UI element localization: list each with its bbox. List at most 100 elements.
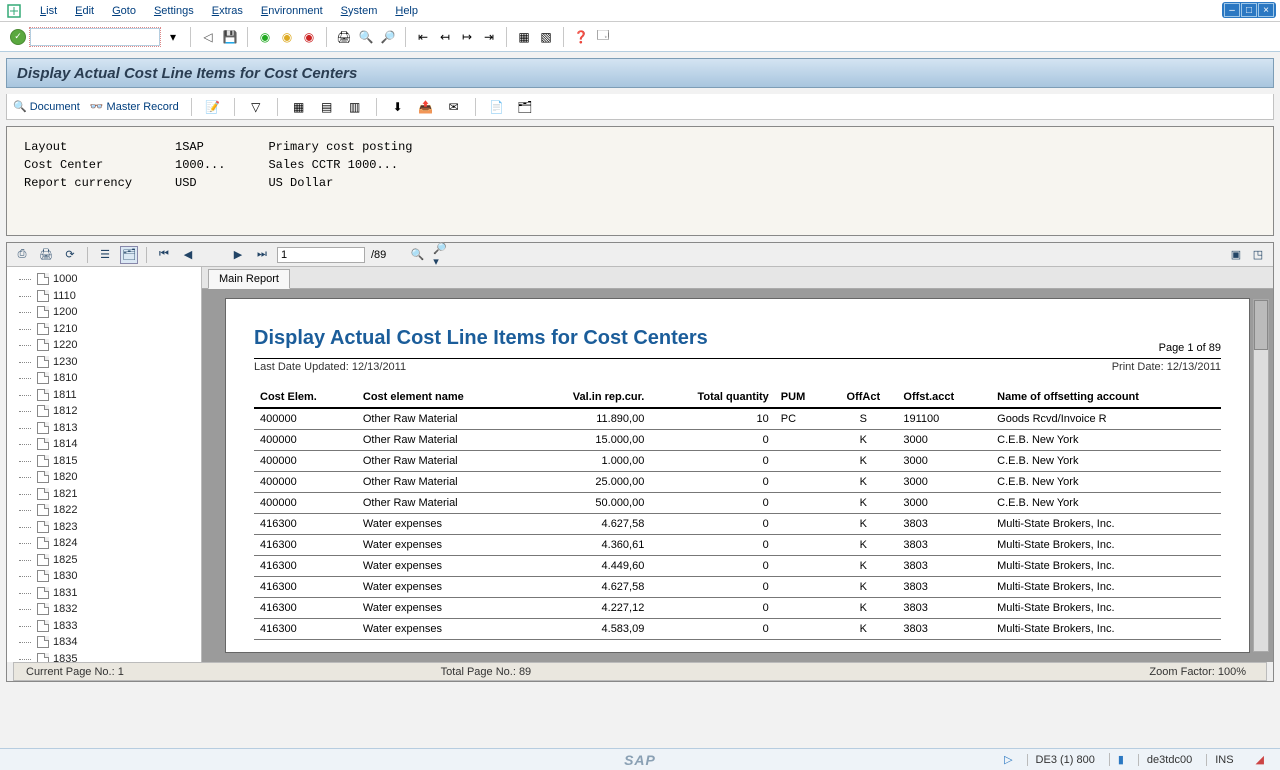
document-icon	[37, 339, 49, 351]
tree-item[interactable]: 1210	[7, 321, 201, 338]
tree-item[interactable]: 1833	[7, 618, 201, 635]
document-icon	[37, 290, 49, 302]
print-icon[interactable]: 🖨	[335, 28, 353, 46]
more-icon[interactable]: 🗂	[516, 98, 534, 116]
tree-item[interactable]: 1200	[7, 304, 201, 321]
tree-item[interactable]: 1832	[7, 601, 201, 618]
tree-item[interactable]: 1812	[7, 403, 201, 420]
tree-item[interactable]: 1220	[7, 337, 201, 354]
download-icon[interactable]: ⬇	[389, 98, 407, 116]
next-icon[interactable]: ▶	[229, 246, 247, 264]
insert-mode: INS	[1206, 754, 1241, 766]
document-icon: 🔍	[13, 100, 27, 113]
tree-item[interactable]: 1831	[7, 585, 201, 602]
table-row: 416300Water expenses4.627,580K3803Multi-…	[254, 577, 1221, 598]
layout3-icon[interactable]: ▥	[346, 98, 364, 116]
note-icon[interactable]: 📝	[204, 98, 222, 116]
tree-item[interactable]: 1815	[7, 453, 201, 470]
zoom-icon[interactable]: 🔎▾	[432, 246, 450, 264]
minimize-button[interactable]: –	[1224, 3, 1240, 17]
prev-page-icon[interactable]: ↤	[436, 28, 454, 46]
sap-statusbar: SAP ▷ DE3 (1) 800 ▮ de3tdc00 INS ◢	[0, 748, 1280, 770]
back-icon[interactable]: ◁	[199, 28, 217, 46]
last-page-icon[interactable]: ⇥	[480, 28, 498, 46]
menu-list[interactable]: List	[40, 5, 57, 17]
command-field[interactable]	[30, 28, 160, 46]
menu-goto[interactable]: Goto	[112, 5, 136, 17]
last-icon[interactable]: ⏭	[253, 246, 271, 264]
refresh-report-icon[interactable]: ⟳	[61, 246, 79, 264]
menu-edit[interactable]: Edit	[75, 5, 94, 17]
search-report-icon[interactable]: 🔍	[408, 246, 426, 264]
tree-item[interactable]: 1814	[7, 436, 201, 453]
status-mid: Total Page No.: 89	[429, 666, 844, 678]
tree-item[interactable]: 1823	[7, 519, 201, 536]
page-indicator: Page 1 of 89	[1159, 342, 1221, 354]
print-report-icon[interactable]: 🖨	[37, 246, 55, 264]
report-statusbar: Current Page No.: 1 Total Page No.: 89 Z…	[13, 662, 1267, 681]
document-icon	[37, 306, 49, 318]
master-record-button[interactable]: 👓Master Record	[90, 100, 179, 113]
menu-settings[interactable]: Settings	[154, 5, 194, 17]
tree-item[interactable]: 1824	[7, 535, 201, 552]
report-scrollbar[interactable]	[1253, 299, 1269, 652]
exit-icon[interactable]: ◉	[278, 28, 296, 46]
tree-item[interactable]: 1810	[7, 370, 201, 387]
help-icon[interactable]: ❓	[572, 28, 590, 46]
save-icon[interactable]: 💾	[221, 28, 239, 46]
filter-icon[interactable]: ▽	[247, 98, 265, 116]
tree-item[interactable]: 1835	[7, 651, 201, 663]
find-next-icon[interactable]: 🔎	[379, 28, 397, 46]
system-id: DE3 (1) 800	[1027, 754, 1103, 766]
tree-item[interactable]: 1813	[7, 420, 201, 437]
tree-item[interactable]: 1830	[7, 568, 201, 585]
tree-item[interactable]: 1110	[7, 288, 201, 305]
cancel-icon[interactable]: ◉	[300, 28, 318, 46]
toggle-params-icon[interactable]: 🗂	[120, 246, 138, 264]
tree-item[interactable]: 1000	[7, 271, 201, 288]
office-icon[interactable]: 📄	[488, 98, 506, 116]
crystal2-icon[interactable]: ◳	[1249, 246, 1267, 264]
sap-menu-icon[interactable]	[6, 3, 22, 19]
export-icon[interactable]: 📤	[417, 98, 435, 116]
tree-item[interactable]: 1821	[7, 486, 201, 503]
toggle-tree-icon[interactable]: ☰	[96, 246, 114, 264]
layout-icon[interactable]: ▦	[290, 98, 308, 116]
new-session-icon[interactable]: ▦	[515, 28, 533, 46]
export-report-icon[interactable]: ⎙	[13, 246, 31, 264]
document-icon	[37, 653, 49, 662]
page-number-input[interactable]	[277, 247, 365, 263]
document-icon	[37, 603, 49, 615]
first-page-icon[interactable]: ⇤	[414, 28, 432, 46]
maximize-button[interactable]: □	[1241, 3, 1257, 17]
back-green-icon[interactable]: ◉	[256, 28, 274, 46]
menu-extras[interactable]: Extras	[212, 5, 243, 17]
prev-icon[interactable]: ◀	[179, 246, 197, 264]
next-page-icon[interactable]: ↦	[458, 28, 476, 46]
customize-icon[interactable]: 🗔	[594, 28, 612, 46]
tree-item[interactable]: 1820	[7, 469, 201, 486]
status-left: Current Page No.: 1	[14, 666, 429, 678]
table-row: 400000Other Raw Material15.000,000K3000C…	[254, 430, 1221, 451]
menu-system[interactable]: System	[341, 5, 378, 17]
document-button[interactable]: 🔍Document	[13, 100, 80, 113]
tree-item[interactable]: 1811	[7, 387, 201, 404]
first-icon[interactable]: ⏮	[155, 246, 173, 264]
enter-icon[interactable]: ✓	[10, 29, 26, 45]
close-button[interactable]: ×	[1258, 3, 1274, 17]
dropdown-icon[interactable]: ▾	[164, 28, 182, 46]
find-icon[interactable]: 🔍	[357, 28, 375, 46]
menu-help[interactable]: Help	[395, 5, 418, 17]
tree-item[interactable]: 1822	[7, 502, 201, 519]
tab-main-report[interactable]: Main Report	[208, 269, 290, 289]
mail-icon[interactable]: ✉	[445, 98, 463, 116]
generate-shortcut-icon[interactable]: ▧	[537, 28, 555, 46]
menu-environment[interactable]: Environment	[261, 5, 323, 17]
group-tree[interactable]: 1000111012001210122012301810181118121813…	[7, 267, 202, 662]
layout2-icon[interactable]: ▤	[318, 98, 336, 116]
tree-item[interactable]: 1834	[7, 634, 201, 651]
crystal-icon[interactable]: ▣	[1227, 246, 1245, 264]
tree-item[interactable]: 1230	[7, 354, 201, 371]
tree-item[interactable]: 1825	[7, 552, 201, 569]
document-icon	[37, 323, 49, 335]
